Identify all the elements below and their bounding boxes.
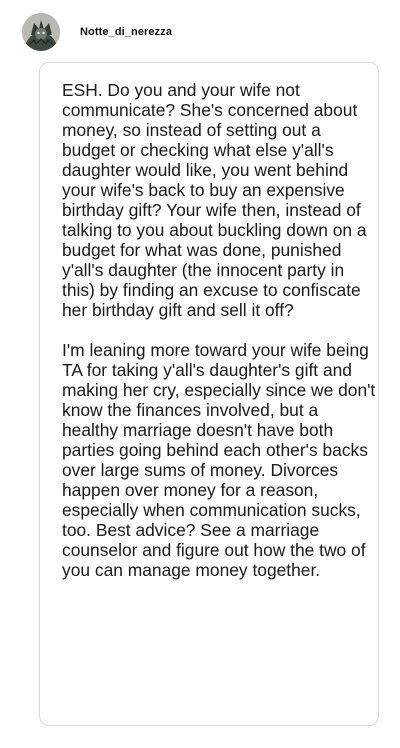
username[interactable]: Notte_di_nerezza xyxy=(80,26,172,38)
user-avatar-icon[interactable] xyxy=(22,13,60,51)
avatar-image xyxy=(22,13,60,51)
comment-paragraph-1: ESH. Do you and your wife not communicat… xyxy=(62,80,367,320)
comment-body: ESH. Do you and your wife not communicat… xyxy=(62,80,376,580)
post-header: Notte_di_nerezza xyxy=(22,12,172,52)
comment-paragraph-2: I'm leaning more toward your wife being … xyxy=(62,340,376,580)
